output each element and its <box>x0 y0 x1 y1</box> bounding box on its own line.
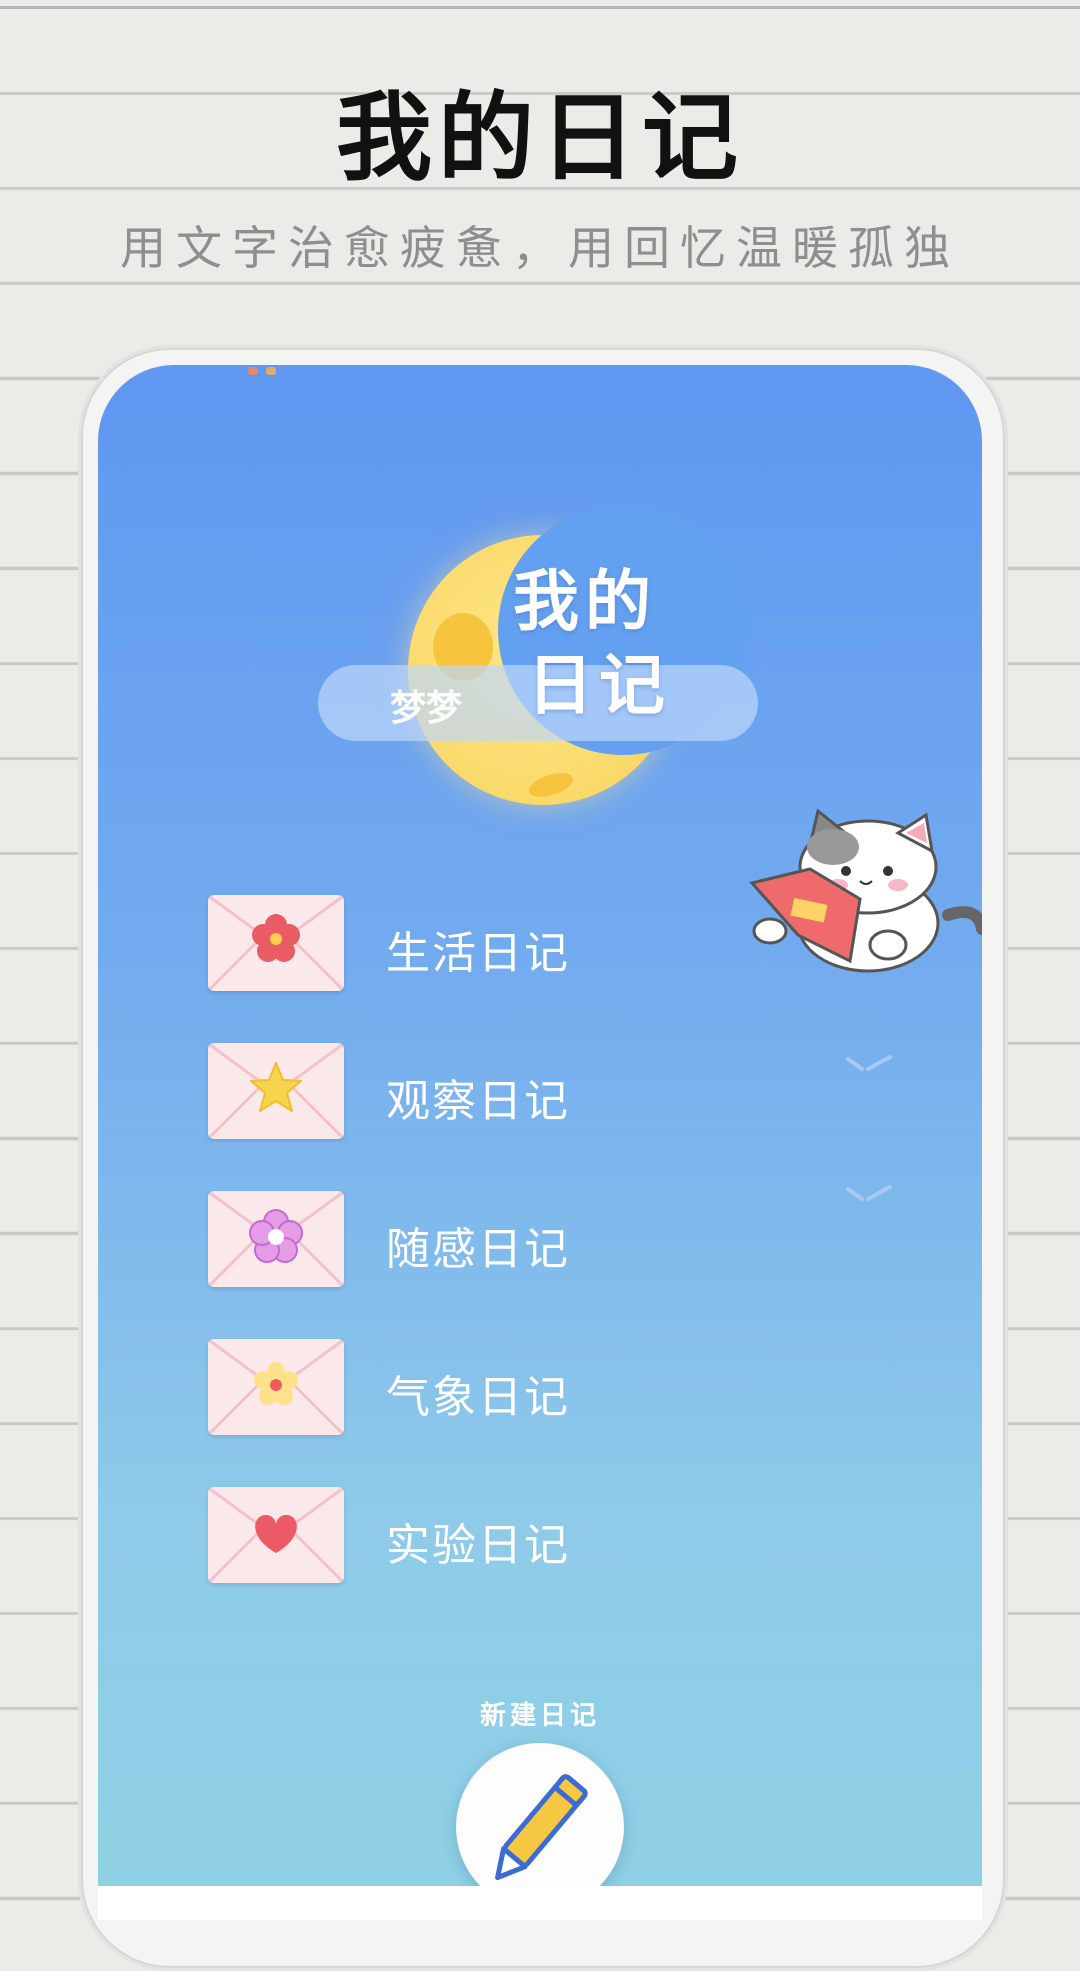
envelope-icon <box>208 1191 344 1287</box>
page-subtitle: 用文字治愈疲惫，用回忆温暖孤独 <box>120 221 960 275</box>
diary-label: 气象日记 <box>386 1372 570 1423</box>
diary-label: 实验日记 <box>386 1520 570 1571</box>
envelope-icon <box>208 895 344 991</box>
status-bar <box>98 365 982 379</box>
app-screen: 梦梦 我的 日记 生活日记 观察日记 随感日记 气象日记 实验日记 新建日记 <box>98 365 982 1920</box>
logo-text: 我的 日记 <box>513 563 671 724</box>
sun-flower-icon <box>254 1362 298 1405</box>
pink-flower-icon <box>249 1209 303 1263</box>
notification-icon <box>266 367 276 375</box>
diary-label: 随感日记 <box>386 1224 570 1275</box>
notification-icon <box>248 367 258 375</box>
envelope-icon <box>208 1043 344 1139</box>
diary-item-life[interactable]: 生活日记 <box>208 895 848 995</box>
flower-icon <box>252 914 300 962</box>
top-divider <box>0 6 1080 9</box>
diary-item-reflection[interactable]: 随感日记 <box>208 1191 848 1291</box>
bottom-bar <box>98 1886 982 1920</box>
heart-icon <box>255 1515 297 1553</box>
diary-label: 观察日记 <box>386 1076 570 1127</box>
envelope-icon <box>208 1487 344 1583</box>
diary-item-weather[interactable]: 气象日记 <box>208 1339 848 1439</box>
page-title: 我的日记 <box>336 82 744 194</box>
bird-icon <box>846 1055 892 1071</box>
diary-item-experiment[interactable]: 实验日记 <box>208 1487 848 1587</box>
star-icon <box>250 1062 302 1112</box>
user-name: 梦梦 <box>390 688 463 729</box>
envelope-icon <box>208 1339 344 1435</box>
diary-item-observation[interactable]: 观察日记 <box>208 1043 848 1143</box>
bird-icon <box>846 1185 892 1201</box>
diary-label: 生活日记 <box>386 928 570 979</box>
new-diary-label: 新建日记 <box>479 1701 600 1731</box>
